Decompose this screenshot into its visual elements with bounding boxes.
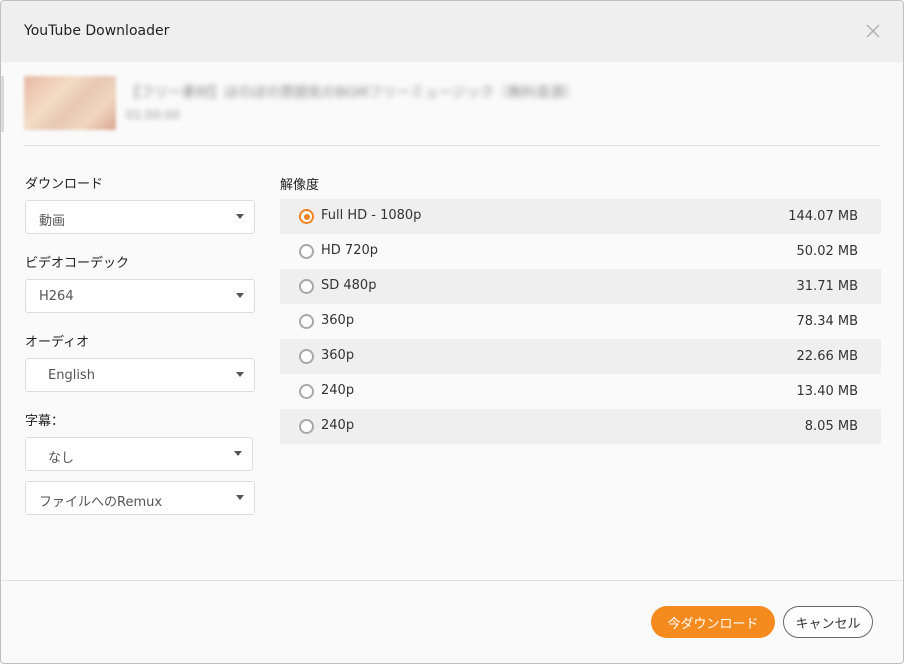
chevron-down-icon bbox=[236, 293, 244, 298]
chevron-down-icon bbox=[236, 495, 244, 500]
title-bar: YouTube Downloader bbox=[1, 1, 903, 62]
download-type-label: ダウンロード bbox=[25, 177, 104, 192]
video-codec-value: H264 bbox=[39, 289, 74, 304]
radio-icon[interactable] bbox=[299, 244, 314, 259]
resolution-option[interactable]: 360p 22.66 MB bbox=[280, 339, 881, 374]
radio-icon[interactable] bbox=[299, 279, 314, 294]
resolution-option[interactable]: HD 720p 50.02 MB bbox=[280, 234, 881, 269]
resolution-option[interactable]: 240p 13.40 MB bbox=[280, 374, 881, 409]
youtube-downloader-dialog: YouTube Downloader 【フリー素材】ほのぼの雰囲気のBGMフリー… bbox=[0, 0, 904, 664]
remux-value: ファイルへのRemux bbox=[39, 495, 163, 510]
footer-divider bbox=[1, 580, 903, 581]
download-now-button[interactable]: 今ダウンロード bbox=[651, 606, 775, 638]
radio-icon[interactable] bbox=[299, 349, 314, 364]
resolution-size: 31.71 MB bbox=[796, 279, 858, 294]
resolution-option[interactable]: SD 480p 31.71 MB bbox=[280, 269, 881, 304]
audio-value: English bbox=[48, 368, 95, 383]
subtitle-label: 字幕： bbox=[25, 414, 65, 429]
resolution-name: 360p bbox=[321, 313, 355, 328]
resolution-label: 解像度 bbox=[280, 178, 320, 193]
subtitle-value: なし bbox=[48, 451, 75, 466]
chevron-down-icon bbox=[234, 451, 242, 456]
video-codec-select[interactable]: H264 bbox=[25, 279, 255, 313]
video-duration: 01:00:00 bbox=[126, 108, 180, 122]
resolution-name: HD 720p bbox=[321, 243, 378, 258]
download-type-select[interactable]: 動画 bbox=[25, 200, 255, 234]
radio-icon[interactable] bbox=[299, 419, 314, 434]
resolution-name: 240p bbox=[321, 418, 355, 433]
video-info: 【フリー素材】ほのぼの雰囲気のBGMフリーミュージック（無料音源） 01:00:… bbox=[1, 62, 903, 146]
download-type-value: 動画 bbox=[39, 214, 66, 229]
resolution-size: 144.07 MB bbox=[788, 209, 858, 224]
resolution-name: SD 480p bbox=[321, 278, 377, 293]
resolution-option[interactable]: 240p 8.05 MB bbox=[280, 409, 881, 444]
subtitle-select[interactable]: なし bbox=[25, 437, 253, 471]
video-thumbnail bbox=[24, 76, 116, 130]
video-accent-bar bbox=[1, 76, 4, 132]
video-codec-label: ビデオコーデック bbox=[25, 256, 130, 271]
radio-icon[interactable] bbox=[299, 384, 314, 399]
cancel-button[interactable]: キャンセル bbox=[783, 606, 873, 638]
audio-select[interactable]: English bbox=[25, 358, 255, 392]
divider bbox=[24, 145, 880, 146]
resolution-option[interactable]: 360p 78.34 MB bbox=[280, 304, 881, 339]
close-icon bbox=[866, 24, 880, 38]
resolution-size: 22.66 MB bbox=[796, 349, 858, 364]
window-title: YouTube Downloader bbox=[24, 23, 170, 39]
resolution-size: 78.34 MB bbox=[796, 314, 858, 329]
resolution-list: Full HD - 1080p 144.07 MB HD 720p 50.02 … bbox=[280, 199, 881, 444]
resolution-name: 240p bbox=[321, 383, 355, 398]
radio-selected-icon[interactable] bbox=[299, 209, 314, 224]
chevron-down-icon bbox=[236, 372, 244, 377]
resolution-size: 8.05 MB bbox=[804, 419, 858, 434]
chevron-down-icon bbox=[236, 214, 244, 219]
video-title: 【フリー素材】ほのぼの雰囲気のBGMフリーミュージック（無料音源） bbox=[126, 85, 579, 101]
audio-label: オーディオ bbox=[25, 335, 90, 350]
resolution-name: 360p bbox=[321, 348, 355, 363]
remux-select[interactable]: ファイルへのRemux bbox=[25, 481, 255, 515]
resolution-size: 50.02 MB bbox=[796, 244, 858, 259]
resolution-name: Full HD - 1080p bbox=[321, 208, 422, 223]
resolution-option[interactable]: Full HD - 1080p 144.07 MB bbox=[280, 199, 881, 234]
radio-icon[interactable] bbox=[299, 314, 314, 329]
resolution-size: 13.40 MB bbox=[796, 384, 858, 399]
close-button[interactable] bbox=[863, 21, 883, 41]
